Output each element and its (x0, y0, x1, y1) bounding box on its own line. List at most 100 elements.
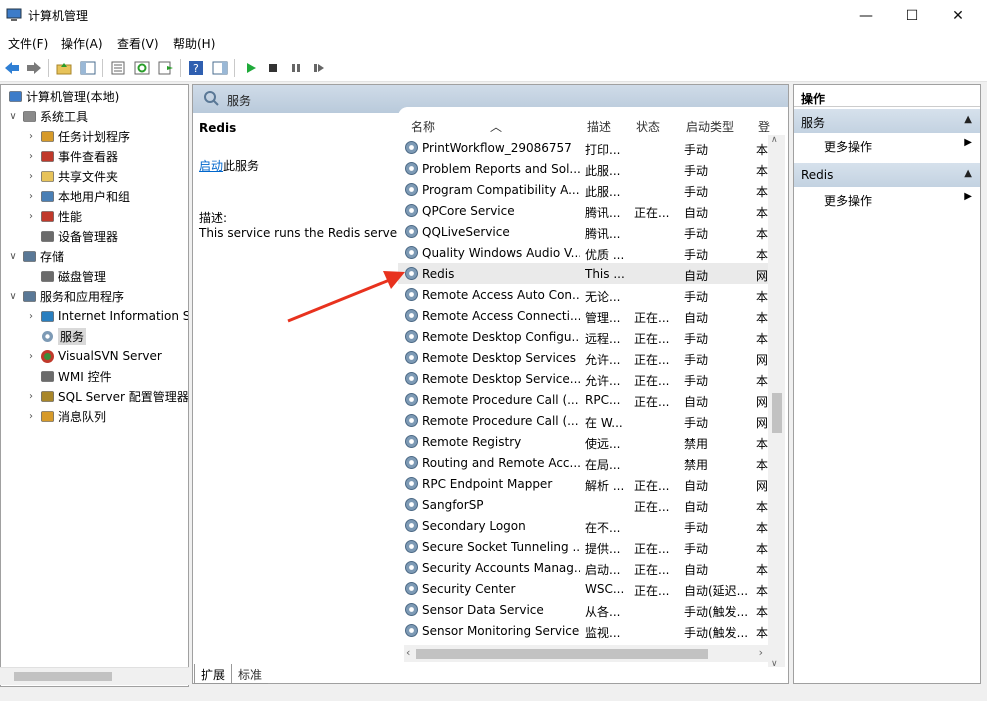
tree-horizontal-scrollbar[interactable] (0, 667, 189, 685)
service-row[interactable]: Remote Access Auto Con... 无论... 手动 本 (398, 284, 768, 305)
resume-service-icon[interactable] (309, 58, 329, 78)
service-row[interactable]: Remote Procedure Call (... RPC... 正在... 自动 网 (398, 389, 768, 410)
service-row[interactable]: Security Accounts Manag... 启动... 正在... 自动 本 (398, 557, 768, 578)
maximize-button[interactable]: ☐ (889, 0, 935, 32)
tree-item[interactable]: 磁盘管理 (25, 266, 106, 286)
service-description: RPC... (585, 393, 621, 407)
tab-standard[interactable]: 标准 (232, 664, 269, 684)
tree-item[interactable]: 设备管理器 (25, 226, 118, 246)
menu-view[interactable]: 查看(V) (117, 35, 159, 52)
collapse-chevron-icon[interactable]: ∨ (7, 251, 19, 262)
service-row[interactable]: QQLiveService 腾讯... 手动 本 (398, 221, 768, 242)
tree-item[interactable]: 服务 (25, 326, 87, 346)
export-list-icon[interactable] (156, 58, 176, 78)
properties-icon[interactable] (108, 58, 128, 78)
show-hide-tree-icon[interactable] (78, 58, 98, 78)
expand-chevron-icon[interactable]: › (25, 191, 37, 202)
menu-help[interactable]: 帮助(H) (173, 35, 215, 52)
service-row[interactable]: SangforSP 正在... 自动 本 (398, 494, 768, 515)
tree-item[interactable]: WMI 控件 (25, 366, 112, 386)
menu-file[interactable]: 文件(F) (8, 35, 48, 52)
start-service-link[interactable]: 启动 (199, 159, 223, 173)
tree-item[interactable]: › SQL Server 配置管理器 (25, 386, 188, 406)
service-row[interactable]: RPC Endpoint Mapper 解析 ... 正在... 自动 网 (398, 473, 768, 494)
tree-item[interactable]: › 共享文件夹 (25, 166, 118, 186)
close-button[interactable]: ✕ (935, 0, 981, 32)
tree-item[interactable]: ∨ 存储 (7, 246, 64, 266)
up-folder-icon[interactable] (54, 58, 74, 78)
tree-item[interactable]: ∨ 服务和应用程序 (7, 286, 124, 306)
collapse-chevron-icon[interactable]: ∨ (7, 291, 19, 302)
service-row[interactable]: Remote Procedure Call (... 在 W... 手动 网 (398, 410, 768, 431)
scrollbar-thumb[interactable] (416, 649, 708, 659)
service-row[interactable]: Program Compatibility A... 此服... 手动 本 (398, 179, 768, 200)
more-actions-services[interactable]: 更多操作 ▶ (794, 134, 980, 156)
expand-chevron-icon[interactable]: › (25, 211, 37, 222)
expand-chevron-icon[interactable]: › (25, 311, 37, 322)
pause-service-icon[interactable] (286, 58, 306, 78)
service-row[interactable]: Routing and Remote Acc... 在局... 禁用 本 (398, 452, 768, 473)
scrollbar-thumb[interactable] (772, 393, 782, 433)
service-row[interactable]: Remote Desktop Configu... 远程... 正在... 手动 本 (398, 326, 768, 347)
collapse-chevron-icon[interactable]: ∨ (7, 111, 19, 122)
column-header-description[interactable]: 描述 (587, 118, 611, 135)
scroll-right-icon[interactable]: › (759, 646, 763, 659)
expand-chevron-icon[interactable]: › (25, 411, 37, 422)
service-name: Sensor Data Service (422, 603, 544, 617)
service-row[interactable]: Security Center WSC... 正在... 自动(延迟... 本 (398, 578, 768, 599)
service-row[interactable]: Sensor Data Service 从各... 手动(触发... 本 (398, 599, 768, 620)
service-name: RPC Endpoint Mapper (422, 477, 553, 491)
tree-item[interactable]: › 事件查看器 (25, 146, 118, 166)
start-service-icon[interactable] (241, 58, 261, 78)
tab-extended[interactable]: 扩展 (194, 664, 233, 684)
services-horizontal-scrollbar[interactable]: ‹ › (404, 645, 771, 662)
expand-chevron-icon[interactable]: › (25, 151, 37, 162)
expand-chevron-icon[interactable]: › (25, 131, 37, 142)
wmi-icon (39, 368, 55, 384)
column-header-name[interactable]: 名称 (411, 118, 435, 135)
minimize-button[interactable]: — (843, 0, 889, 32)
column-header-startup-type[interactable]: 启动类型 (686, 118, 734, 135)
tree-item[interactable]: › 任务计划程序 (25, 126, 130, 146)
column-header-logon[interactable]: 登 (758, 118, 770, 135)
service-row[interactable]: Redis This ... 自动 网 (398, 263, 768, 284)
scroll-up-icon[interactable]: ∧ (771, 135, 778, 145)
actions-group-redis[interactable]: Redis ▲ (794, 163, 980, 187)
service-row[interactable]: Secure Socket Tunneling ... 提供... 正在... 手动 本 (398, 536, 768, 557)
service-row[interactable]: Secondary Logon 在不... 手动 本 (398, 515, 768, 536)
service-row[interactable]: Problem Reports and Sol... 此服... 手动 本 (398, 158, 768, 179)
tree-item[interactable]: 计算机管理(本地) (5, 86, 119, 106)
service-row[interactable]: Remote Registry 使远... 禁用 本 (398, 431, 768, 452)
tree-item[interactable]: › 消息队列 (25, 406, 106, 426)
tree-item[interactable]: › VisualSVN Server (25, 346, 162, 366)
collapse-icon[interactable]: ▲ (964, 168, 972, 179)
collapse-icon[interactable]: ▲ (964, 114, 972, 125)
service-row[interactable]: Sensor Monitoring Service 监视... 手动(触发... 本 (398, 620, 768, 641)
expand-chevron-icon[interactable]: › (25, 391, 37, 402)
actions-group-services[interactable]: 服务 ▲ (794, 109, 980, 133)
scrollbar-thumb[interactable] (14, 672, 112, 681)
action-pane-icon[interactable] (210, 58, 230, 78)
services-vertical-scrollbar[interactable]: ∧ ∨ (768, 135, 785, 667)
tree-item[interactable]: ∨ 系统工具 (7, 106, 88, 126)
tree-item[interactable]: › 本地用户和组 (25, 186, 130, 206)
expand-chevron-icon[interactable]: › (25, 351, 37, 362)
service-row[interactable]: Remote Desktop Service... 允许... 正在... 手动 本 (398, 368, 768, 389)
refresh-icon[interactable] (132, 58, 152, 78)
back-icon[interactable] (2, 58, 22, 78)
menu-action[interactable]: 操作(A) (61, 35, 103, 52)
service-row[interactable]: PrintWorkflow_29086757 打印... 手动 本 (398, 137, 768, 158)
expand-chevron-icon[interactable]: › (25, 171, 37, 182)
tree-item[interactable]: › Internet Information Se (25, 306, 188, 326)
help-icon[interactable]: ? (186, 58, 206, 78)
scroll-left-icon[interactable]: ‹ (406, 646, 410, 659)
more-actions-redis[interactable]: 更多操作 ▶ (794, 188, 980, 210)
service-row[interactable]: QPCore Service 腾讯... 正在... 自动 本 (398, 200, 768, 221)
service-row[interactable]: Remote Desktop Services 允许... 正在... 手动 网 (398, 347, 768, 368)
stop-service-icon[interactable] (263, 58, 283, 78)
forward-icon[interactable] (24, 58, 44, 78)
column-header-status[interactable]: 状态 (636, 118, 660, 135)
service-row[interactable]: Quality Windows Audio V... 优质 ... 手动 本 (398, 242, 768, 263)
tree-item[interactable]: › 性能 (25, 206, 82, 226)
service-row[interactable]: Remote Access Connecti... 管理... 正在... 自动 本 (398, 305, 768, 326)
